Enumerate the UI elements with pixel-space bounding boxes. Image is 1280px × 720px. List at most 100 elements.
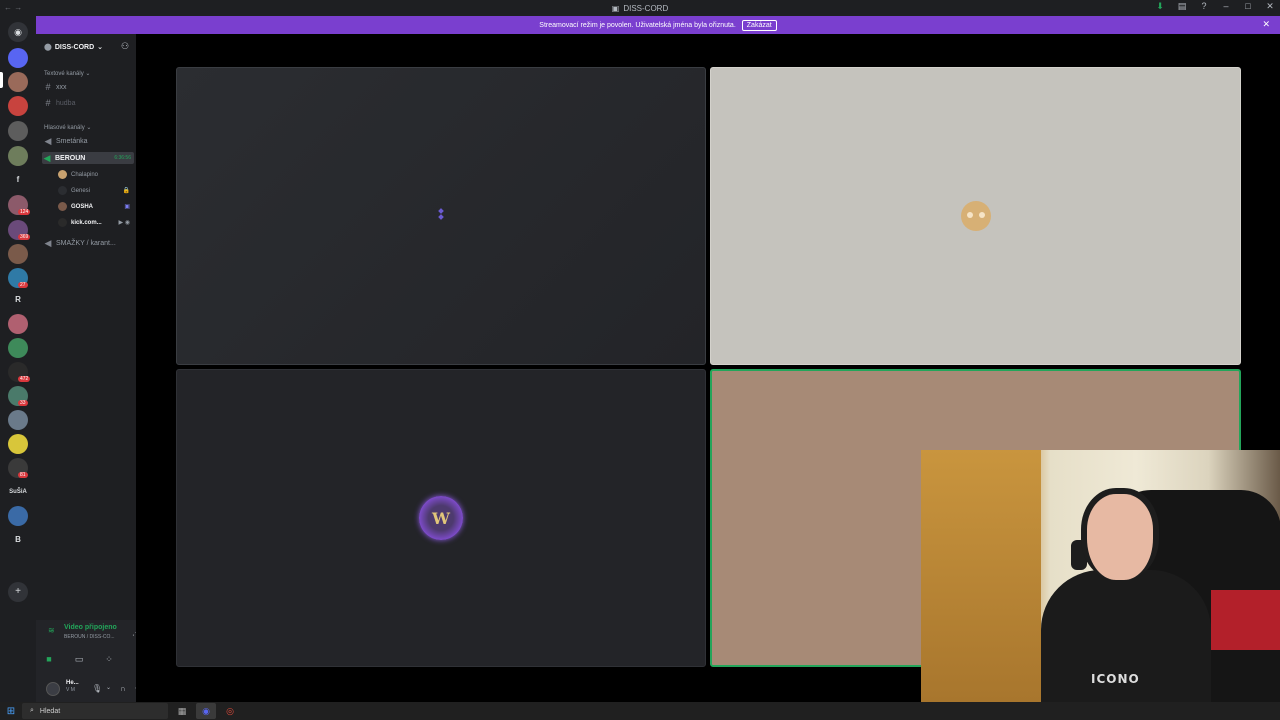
mention-badge: 27 [18, 282, 28, 288]
loading-icon [437, 208, 445, 223]
channel-label: SMAŽKY / karant... [56, 240, 116, 247]
server-icon[interactable] [8, 96, 28, 116]
add-server-icon[interactable]: + [8, 582, 28, 602]
voice-user[interactable]: Chalapino [58, 170, 132, 179]
server-rail: ◉ f 124 369 27 R 472 33 81 SuŠiA B + [0, 16, 36, 702]
server-icon[interactable] [8, 434, 28, 454]
search-icon: ⌕ [30, 707, 34, 714]
direct-messages-icon[interactable] [8, 48, 28, 68]
voice-user[interactable]: kick.com... ▶ ◉ [58, 218, 132, 227]
hash-icon: # [45, 98, 51, 108]
hash-icon: # [45, 82, 51, 92]
title-bar: ← → ▣ DISS-CORD ⬇ ▤ ? – □ ✕ [0, 0, 1280, 16]
server-icon[interactable] [8, 314, 28, 334]
voice-user-name: kick.com... [71, 219, 102, 226]
server-icon[interactable] [8, 244, 28, 264]
mention-badge: 124 [18, 209, 31, 215]
guild-header[interactable]: ⬤ DISS-CORD ⌄ ⚇ [36, 38, 136, 56]
microphone-icon[interactable]: 🎙 [92, 684, 102, 693]
channel-sidebar: ⬤ DISS-CORD ⌄ ⚇ Textové kanály ⌄ # xxx #… [36, 34, 172, 702]
server-letter-r[interactable]: R [8, 290, 28, 310]
inbox-icon[interactable]: ▤ [1176, 1, 1188, 12]
server-icon[interactable] [8, 72, 28, 92]
category-text[interactable]: Textové kanály ⌄ [44, 70, 90, 77]
voice-channel-path: BEROUN / DISS-CO... [64, 634, 115, 640]
discord-taskbar-icon[interactable]: ◉ [196, 703, 216, 719]
os-taskbar: ⊞ ⌕ Hledat ▦ ◉ ◎ [0, 702, 1280, 720]
taskbar-search[interactable]: ⌕ Hledat [22, 703, 168, 719]
activities-button[interactable]: ⁘ [98, 650, 120, 668]
guild-name: DISS-CORD [54, 43, 95, 51]
category-voice[interactable]: Hlasové kanály ⌄ [44, 124, 91, 131]
video-tile[interactable] [176, 67, 706, 365]
chevron-down-icon: ⌄ [97, 44, 103, 51]
mention-badge: 369 [18, 234, 31, 240]
chrome-taskbar-icon[interactable]: ◎ [220, 703, 240, 719]
voice-status[interactable]: Video připojeno [64, 624, 117, 631]
voice-channel-smazky[interactable]: ◀ SMAŽKY / karant... [44, 238, 132, 249]
minimize-icon[interactable]: – [1220, 1, 1232, 12]
windows-start-icon[interactable]: ⊞ [0, 706, 22, 717]
close-icon[interactable]: ✕ [1264, 1, 1276, 12]
help-icon[interactable]: ? [1198, 1, 1210, 12]
close-icon[interactable]: ✕ [1262, 19, 1270, 30]
streamer-mode-banner: Streamovací režim je povolen. Uživatelsk… [36, 16, 1280, 34]
mention-badge: 81 [18, 472, 28, 478]
channel-label: xxx [56, 83, 67, 91]
video-icon: ▶ ◉ [118, 220, 130, 226]
discord-avatar-icon [960, 201, 991, 231]
mention-badge: 472 [18, 376, 31, 382]
voice-channel-smetanka[interactable]: ◀ Smetánka [44, 136, 132, 147]
avatar [58, 202, 67, 211]
voice-user[interactable]: Genesi 🔒 [58, 186, 132, 195]
server-icon[interactable] [8, 338, 28, 358]
taskbar-app-icon[interactable]: ▦ [172, 703, 192, 719]
mention-badge: 33 [18, 400, 28, 406]
webcam-overlay: ICONO [921, 450, 1280, 702]
user-status: V M [66, 687, 75, 693]
avatar[interactable] [46, 682, 60, 696]
speaker-icon: ◀ [44, 136, 52, 146]
disable-streamer-mode-button[interactable]: Zakázat [741, 19, 777, 31]
server-letter-f[interactable]: f [8, 170, 28, 190]
speaker-icon: ◀ [43, 152, 51, 163]
server-letter-sushia[interactable]: SuŠiA [4, 482, 32, 502]
voice-user-name: Chalapino [71, 171, 99, 178]
banner-text: Streamovací režim je povolen. Uživatelsk… [539, 21, 736, 29]
chevron-down-icon[interactable]: ⌄ [106, 684, 111, 691]
voice-user-name: GOSHA [71, 203, 94, 210]
server-icon[interactable] [8, 506, 28, 526]
channel-label: hudba [56, 99, 76, 107]
channel-hudba[interactable]: # hudba [44, 98, 132, 108]
server-letter-b[interactable]: B [8, 530, 28, 550]
window-controls: ⬇ ▤ ? – □ ✕ [1154, 1, 1276, 12]
screen-share-button[interactable]: ▭ [68, 650, 90, 668]
avatar [58, 218, 67, 227]
invite-icon[interactable]: ⚇ [121, 42, 130, 51]
active-server-pill [0, 72, 3, 88]
headphones-icon[interactable]: ∩ [120, 684, 126, 693]
lock-icon: 🔒 [122, 188, 130, 194]
server-icon[interactable] [8, 146, 28, 166]
voice-user[interactable]: GOSHA ▣ [58, 202, 132, 211]
speaker-icon: ◀ [44, 238, 52, 248]
server-icon[interactable] [8, 410, 28, 430]
voice-user-name: Genesi [71, 187, 91, 194]
nav-arrows-icon[interactable]: ← → [4, 3, 22, 12]
channel-xxx[interactable]: # xxx [44, 82, 132, 92]
download-icon[interactable]: ⬇ [1154, 1, 1166, 12]
search-placeholder: Hledat [39, 707, 61, 715]
home-icon[interactable]: ◉ [8, 22, 28, 42]
video-tile[interactable]: W [176, 369, 706, 667]
guild-status-icon: ⬤ [44, 44, 52, 51]
avatar [58, 170, 67, 179]
window-title: ▣ DISS-CORD [611, 3, 669, 13]
camera-button[interactable]: ■ [38, 650, 60, 668]
shirt-text: ICONO [1091, 672, 1140, 686]
server-icon[interactable] [8, 121, 28, 141]
maximize-icon[interactable]: □ [1242, 1, 1254, 12]
world-of-warcraft-avatar-icon: W [419, 496, 463, 540]
voice-channel-beroun[interactable]: ◀ BEROUN 6:36:56 [42, 152, 134, 164]
channel-label: BEROUN [55, 154, 86, 162]
video-tile[interactable] [710, 67, 1241, 365]
